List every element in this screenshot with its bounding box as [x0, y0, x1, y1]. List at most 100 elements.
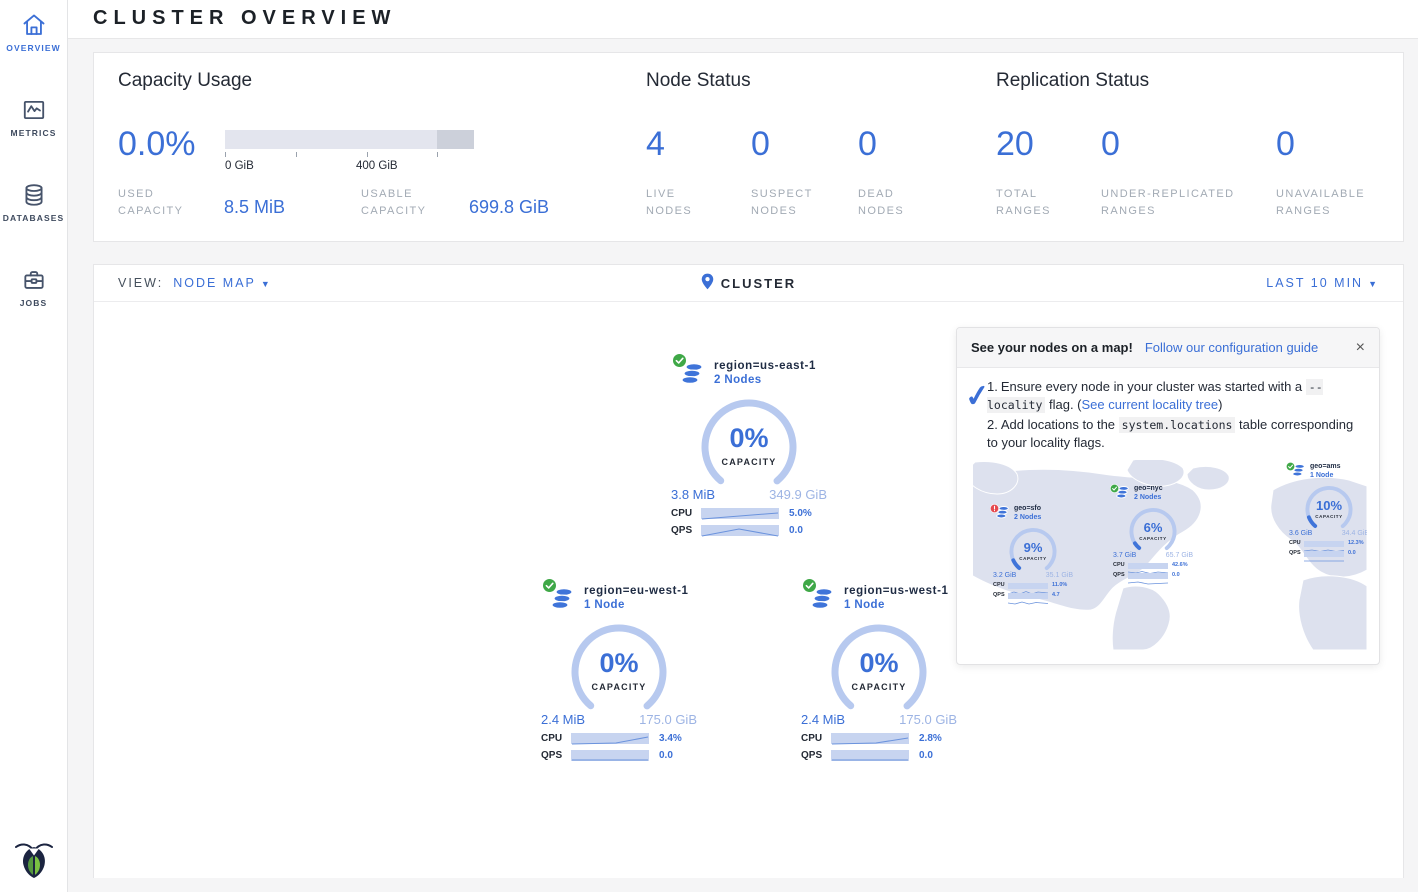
chevron-down-icon: ▼: [261, 279, 272, 289]
capacity-percent: 0%: [689, 423, 809, 454]
capacity-bar: 0 GiB 400 GiB: [225, 130, 474, 149]
sidebar-item-label: JOBS: [2, 298, 65, 308]
usable-capacity-label: USABLE CAPACITY: [361, 186, 456, 220]
capacity-tick-mid: 400 GiB: [356, 160, 398, 172]
replication-status-title: Replication Status: [996, 70, 1149, 92]
sidebar-item-databases[interactable]: DATABASES: [0, 170, 67, 233]
locality-label: region=eu-west-1: [584, 585, 689, 597]
cpu-sparkline: [701, 508, 779, 519]
popup-title: See your nodes on a map!: [971, 340, 1133, 355]
sidebar-item-label: DATABASES: [2, 213, 65, 223]
database-stack-icon: [1115, 484, 1130, 506]
unavailable-value: 0: [1276, 125, 1295, 164]
healthy-check-icon: [1286, 460, 1295, 476]
warning-icon: [990, 500, 999, 518]
capacity-caption: CAPACITY: [689, 457, 809, 467]
cockroach-logo: [0, 835, 68, 884]
locality-label: geo=nyc: [1134, 484, 1163, 494]
cluster-summary-card: Capacity Usage 0.0% 0 GiB 400 GiB USED C…: [93, 52, 1404, 242]
metrics-icon: [2, 97, 65, 123]
locality-label: region=us-east-1: [714, 360, 816, 372]
qps-row: QPS 0.0: [541, 750, 697, 761]
cpu-sparkline: [571, 733, 649, 744]
cpu-row: CPU 3.4%: [541, 733, 697, 744]
locality-card-us-east-1[interactable]: region=us-east-1 2 Nodes 0% CAPACITY 3.8…: [659, 360, 839, 536]
locality-card-eu-west-1[interactable]: region=eu-west-1 1 Node 0% CAPACITY 2.4 …: [529, 585, 709, 761]
capacity-caption: CAPACITY: [559, 682, 679, 692]
qps-sparkline: [831, 750, 909, 761]
cpu-row: CPU 2.8%: [801, 733, 957, 744]
capacity-bar-reserved-segment: [437, 130, 474, 149]
sidebar-item-jobs[interactable]: JOBS: [0, 255, 67, 318]
locality-nodes-link[interactable]: 2 Nodes: [714, 374, 816, 386]
capacity-used-percent: 0.0%: [118, 125, 196, 164]
sidebar-item-overview[interactable]: OVERVIEW: [0, 0, 67, 63]
capacity-gauge: 0% CAPACITY: [689, 397, 809, 495]
database-stack-icon: [995, 504, 1010, 526]
suspect-nodes-label: SUSPECT NODES: [751, 186, 831, 220]
qps-value: 0.0: [659, 750, 673, 761]
sidebar-item-metrics[interactable]: METRICS: [0, 85, 67, 148]
total-ranges-value: 20: [996, 125, 1034, 164]
map-pin-icon: [701, 273, 714, 293]
popup-body: ✓ 1.Ensure every node in your cluster wa…: [957, 368, 1379, 650]
database-stack-icon: [549, 585, 575, 618]
unavailable-label: UNAVAILABLE RANGES: [1276, 186, 1396, 220]
page-header: CLUSTER OVERVIEW: [68, 0, 1418, 39]
capacity-gauge: 6% CAPACITY: [1123, 507, 1183, 555]
configuration-guide-link[interactable]: Follow our configuration guide: [1145, 340, 1318, 355]
capacity-gauge: 10% CAPACITY: [1299, 485, 1359, 533]
map-toolbar: VIEW: NODE MAP▼ CLUSTER LAST 10 MIN▼: [94, 265, 1403, 302]
locality-tree-link[interactable]: See current locality tree: [1082, 397, 1219, 412]
time-range-selector[interactable]: LAST 10 MIN▼: [1266, 276, 1379, 290]
qps-row: QPS 0.0: [801, 750, 957, 761]
node-map-setup-popup: See your nodes on a map! Follow our conf…: [956, 327, 1380, 665]
capacity-usage-title: Capacity Usage: [118, 70, 252, 92]
locality-header: region=us-east-1 2 Nodes: [679, 360, 839, 393]
qps-sparkline: [701, 525, 779, 536]
cpu-value: 2.8%: [919, 733, 942, 744]
capacity-gauge: 0% CAPACITY: [559, 622, 679, 720]
under-replicated-label: UNDER-REPLICATED RANGES: [1101, 186, 1261, 220]
sidebar: OVERVIEW METRICS DATABASES JOBS: [0, 0, 68, 892]
healthy-check-icon: [802, 578, 817, 598]
locality-label: geo=ams: [1310, 462, 1341, 472]
view-label: VIEW:: [118, 276, 163, 290]
under-replicated-value: 0: [1101, 125, 1120, 164]
view-selector[interactable]: NODE MAP▼: [173, 276, 272, 290]
cpu-row: CPU 42.6%: [1113, 562, 1193, 570]
popup-header: See your nodes on a map! Follow our conf…: [957, 328, 1379, 368]
database-icon: [2, 182, 65, 208]
chevron-down-icon: ▼: [1368, 279, 1379, 289]
cpu-value: 5.0%: [789, 508, 812, 519]
cpu-row: CPU 5.0%: [671, 508, 827, 519]
home-icon: [2, 12, 65, 38]
qps-sparkline: [571, 750, 649, 761]
capacity-gauge: 0% CAPACITY: [819, 622, 939, 720]
locality-nodes-link: 2 Nodes: [1014, 513, 1041, 523]
locality-nodes-link[interactable]: 1 Node: [844, 599, 949, 611]
usable-capacity-value: 699.8 GiB: [469, 197, 549, 218]
used-capacity-label: USED CAPACITY: [118, 186, 213, 220]
capacity-caption: CAPACITY: [1299, 514, 1359, 520]
healthy-check-icon: [542, 578, 557, 598]
locality-label: region=us-west-1: [844, 585, 949, 597]
locality-card-us-west-1[interactable]: region=us-west-1 1 Node 0% CAPACITY 2.4 …: [789, 585, 969, 761]
database-stack-icon: [1291, 462, 1306, 484]
qps-row: QPS 0.0: [1289, 550, 1367, 558]
breadcrumb[interactable]: CLUSTER: [701, 273, 796, 293]
capacity-caption: CAPACITY: [1003, 556, 1063, 562]
close-icon[interactable]: ×: [1356, 340, 1365, 356]
locality-nodes-link: 1 Node: [1310, 471, 1341, 481]
setup-step-1: 1.Ensure every node in your cluster was …: [987, 378, 1363, 414]
locality-nodes-link: 2 Nodes: [1134, 493, 1163, 503]
cpu-row: CPU 11.0%: [993, 582, 1073, 590]
capacity-percent: 6%: [1123, 519, 1183, 537]
cpu-row: CPU 12.3%: [1289, 540, 1367, 548]
used-capacity-value: 8.5 MiB: [224, 197, 285, 218]
capacity-caption: CAPACITY: [1123, 536, 1183, 542]
locality-label: geo=sfo: [1014, 504, 1041, 514]
sidebar-item-label: METRICS: [2, 128, 65, 138]
total-ranges-label: TOTAL RANGES: [996, 186, 1076, 220]
locality-nodes-link[interactable]: 1 Node: [584, 599, 689, 611]
